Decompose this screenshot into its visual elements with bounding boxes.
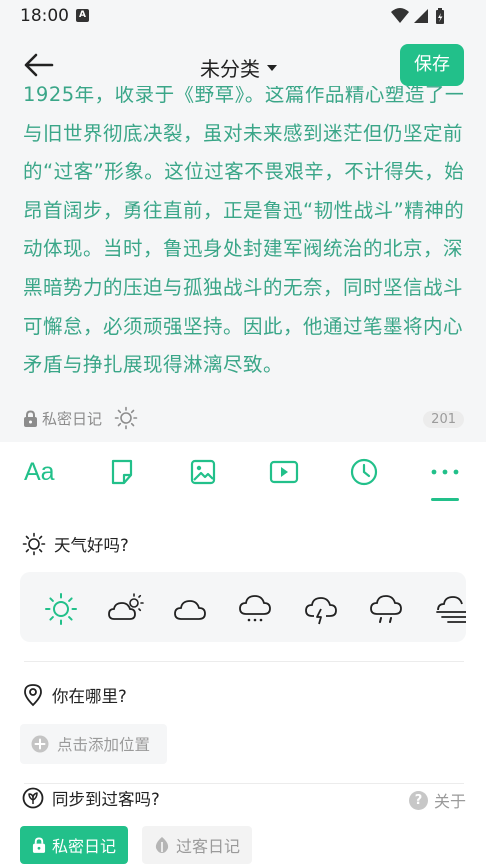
weather-option-thunderstorm[interactable] xyxy=(304,592,338,625)
about-label: 关于 xyxy=(433,792,466,811)
word-count-badge: 201 xyxy=(423,411,464,428)
status-bar: 18:00 A xyxy=(0,0,486,32)
weather-option-heavy-rain[interactable] xyxy=(369,592,403,623)
back-button[interactable] xyxy=(22,50,56,80)
diary-text-lines: 1925年，收录于《野草》。这篇作品精心塑造了一个与旧世界彻底决裂，虽对未来感到… xyxy=(23,86,463,385)
diary-text-line: 可懈怠，必须顽强坚持。因此，他通过笔墨将内心的 xyxy=(23,314,463,338)
font-button[interactable]: Aa xyxy=(24,457,55,487)
diary-text-line: 昂首阔步，勇往直前，正是鲁迅“韧性战斗”精神的生 xyxy=(23,198,463,222)
weather-option-light-rain[interactable] xyxy=(238,592,272,622)
private-diary-label: 私密日记 xyxy=(51,837,116,856)
caret-down-icon xyxy=(267,64,277,71)
weather-option-fog[interactable] xyxy=(434,592,466,623)
weather-option-cloudy[interactable] xyxy=(173,592,207,622)
weather-heading: 天气好吗? xyxy=(22,532,129,556)
weather-option-partly-cloudy[interactable] xyxy=(108,592,144,622)
divider xyxy=(24,661,464,662)
sync-question: 同步到过客吗? xyxy=(52,790,160,809)
leaf-icon xyxy=(155,837,169,853)
sunny-icon xyxy=(45,593,77,625)
lock-icon xyxy=(24,409,37,427)
passer-diary-label: 过客日记 xyxy=(175,837,240,856)
clock-icon xyxy=(350,458,378,486)
diary-text-line: 与旧世界彻底决裂，虽对未来感到迷茫但仍坚定前行 xyxy=(23,121,463,145)
more-button[interactable] xyxy=(430,457,460,487)
leaf-circle-icon xyxy=(22,787,44,809)
help-icon: ? xyxy=(408,790,428,810)
add-circle-icon xyxy=(31,735,49,753)
sticker-button[interactable] xyxy=(108,457,136,487)
cloudy-icon xyxy=(174,600,206,620)
wifi-icon xyxy=(391,8,409,23)
diary-text[interactable]: 1925年，收录于《野草》。这篇作品精心塑造了一个与旧世界彻底决裂，虽对未来感到… xyxy=(23,86,463,386)
passer-diary-button[interactable]: 过客日记 xyxy=(142,826,252,864)
privacy-status[interactable]: 私密日记 xyxy=(23,406,138,430)
sunny-small-icon xyxy=(114,406,138,430)
video-button[interactable] xyxy=(268,457,300,487)
sticker-icon xyxy=(111,459,133,485)
image-icon xyxy=(190,459,216,485)
time-button[interactable] xyxy=(349,457,379,487)
system-icons xyxy=(390,6,452,30)
weather-heading-icon xyxy=(22,532,46,556)
battery-icon xyxy=(436,8,444,24)
heavy-rain-icon xyxy=(370,595,402,623)
diary-text-line: 动体现。当时，鲁迅身处封建军阀统治的北京，深感 xyxy=(23,237,463,261)
add-location-label: 点击添加位置 xyxy=(57,736,151,754)
font-icon: Aa xyxy=(24,457,55,486)
status-time: 18:00 xyxy=(20,6,69,26)
fog-icon xyxy=(436,596,466,623)
weather-question: 天气好吗? xyxy=(54,536,129,555)
category-label: 未分类 xyxy=(200,57,260,81)
save-button[interactable]: 保存 xyxy=(400,44,464,86)
location-pin-icon xyxy=(24,684,42,707)
back-arrow-icon xyxy=(24,53,54,77)
active-tab-indicator xyxy=(431,498,459,501)
diary-text-line: 的“过客”形象。这位过客不畏艰辛，不计得失，始终 xyxy=(23,160,463,184)
editor-toolbar: Aa xyxy=(0,442,486,502)
location-question: 你在哪里? xyxy=(52,687,127,706)
location-heading: 你在哪里? xyxy=(22,683,127,707)
partly-cloudy-icon xyxy=(108,593,144,620)
image-button[interactable] xyxy=(188,457,218,487)
more-icon xyxy=(431,469,459,475)
thunderstorm-icon xyxy=(305,597,337,625)
private-diary-button[interactable]: 私密日记 xyxy=(20,826,128,864)
category-dropdown[interactable]: 未分类 xyxy=(200,53,278,82)
weather-picker xyxy=(20,572,466,642)
light-rain-icon xyxy=(239,595,271,622)
video-icon xyxy=(269,460,299,484)
notification-icon: A xyxy=(76,9,89,22)
diary-text-line: 黑暗势力的压迫与孤独战斗的无奈，同时坚信战斗不 xyxy=(23,275,463,299)
add-location-button[interactable]: 点击添加位置 xyxy=(20,724,167,764)
about-link[interactable]: ? 关于 xyxy=(408,788,466,812)
privacy-label: 私密日记 xyxy=(42,409,103,428)
lock-icon xyxy=(32,837,46,853)
diary-text-line: 矛盾与挣扎展现得淋漓尽致。 xyxy=(23,353,284,377)
sync-heading: 同步到过客吗? xyxy=(22,786,160,810)
weather-option-sunny[interactable] xyxy=(44,592,78,625)
cellular-icon xyxy=(414,9,428,23)
editor-area: 未分类 保存 1925年，收录于《野草》。这篇作品精心塑造了一个与旧世界彻底决裂… xyxy=(0,32,486,442)
diary-text-line: 1925年，收录于《野草》。这篇作品精心塑造了一个 xyxy=(23,86,463,106)
divider xyxy=(24,783,464,784)
